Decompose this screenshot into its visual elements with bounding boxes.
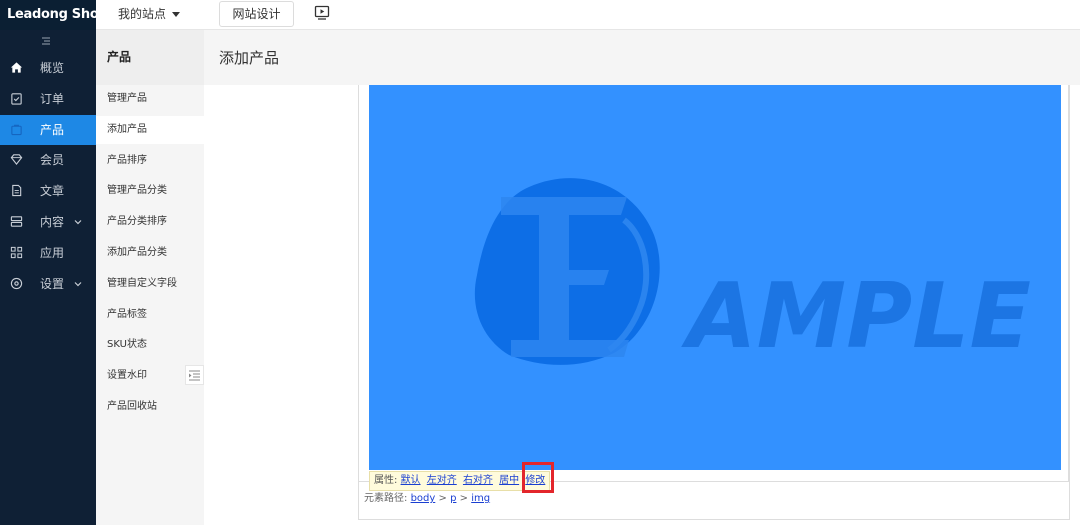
sidebar-item-label: 订单: [40, 92, 65, 106]
path-separator: >: [459, 493, 468, 504]
bag-icon: [11, 124, 22, 136]
align-left-link[interactable]: 左对齐: [427, 475, 457, 486]
subnav-item-product-tags[interactable]: 产品标签: [96, 301, 204, 329]
subnav-item-add-product[interactable]: 添加产品: [96, 116, 204, 144]
home-icon: [10, 62, 23, 73]
path-separator: >: [438, 493, 447, 504]
sidebar-item-overview[interactable]: 概览: [0, 53, 96, 83]
subnav-item-category-sort[interactable]: 产品分类排序: [96, 208, 204, 236]
monitor-play-icon[interactable]: [314, 5, 330, 21]
sidebar-item-label: 文章: [40, 184, 65, 198]
sidebar-item-label: 内容: [40, 215, 65, 229]
subnav-item-custom-fields[interactable]: 管理自定义字段: [96, 270, 204, 298]
align-center-link[interactable]: 居中: [499, 475, 519, 486]
subnav-item-manage-products[interactable]: 管理产品: [96, 85, 204, 113]
subnav-item-sku-status[interactable]: SKU状态: [96, 331, 204, 359]
document-icon: [12, 184, 22, 197]
website-design-button[interactable]: 网站设计: [219, 1, 294, 27]
path-body-link[interactable]: body: [411, 493, 436, 504]
page-title: 添加产品: [219, 49, 280, 67]
sidebar-item-apps[interactable]: 应用: [0, 238, 96, 268]
sidebar-item-products[interactable]: 产品: [0, 115, 96, 145]
brand-logo[interactable]: Leadong Shop: [0, 0, 108, 30]
edit-link-highlight: [522, 462, 554, 493]
product-image[interactable]: AMPLE: [369, 85, 1061, 470]
menu-collapse-icon[interactable]: [40, 35, 52, 47]
product-subnav: 产品 管理产品 添加产品 产品排序 管理产品分类 产品分类排序 添加产品分类 管…: [96, 30, 204, 525]
my-sites-label: 我的站点: [118, 7, 167, 21]
page-header: 添加产品: [204, 30, 1080, 85]
example-logo-image: AMPLE: [474, 178, 1031, 369]
subnav-toggle-button[interactable]: [185, 365, 204, 385]
settings-icon: [10, 277, 23, 290]
element-path-label: 元素路径:: [364, 493, 408, 504]
chevron-down-icon: [74, 282, 82, 287]
top-bar: Leadong Shop 我的站点 网站设计: [0, 0, 1080, 30]
diamond-icon: [10, 154, 23, 166]
element-path-bar: 元素路径: body > p > img: [364, 492, 490, 506]
subnav-item-product-sort[interactable]: 产品排序: [96, 147, 204, 175]
subnav-title: 产品: [96, 30, 204, 85]
path-p-link[interactable]: p: [450, 493, 456, 504]
sidebar-item-articles[interactable]: 文章: [0, 176, 96, 206]
content-icon: [10, 216, 23, 227]
main-sidebar: 概览 订单 产品 会员 文章 内容 应用 设置: [0, 30, 96, 525]
apps-icon: [10, 246, 23, 259]
sidebar-item-label: 会员: [40, 153, 65, 167]
clipboard-icon: [11, 93, 22, 105]
image-watermark-text: AMPLE: [681, 264, 1031, 369]
sidebar-item-members[interactable]: 会员: [0, 145, 96, 175]
path-img-link[interactable]: img: [471, 493, 490, 504]
caret-down-icon: [172, 12, 181, 17]
sidebar-item-label: 产品: [40, 123, 65, 137]
my-sites-dropdown[interactable]: 我的站点: [118, 0, 181, 30]
sidebar-item-label: 应用: [40, 246, 65, 260]
sidebar-item-label: 概览: [40, 61, 65, 75]
subnav-item-add-category[interactable]: 添加产品分类: [96, 239, 204, 267]
sidebar-item-content[interactable]: 内容: [0, 207, 96, 237]
sidebar-item-orders[interactable]: 订单: [0, 84, 96, 114]
attribute-label: 属性:: [374, 475, 398, 486]
subnav-item-manage-categories[interactable]: 管理产品分类: [96, 177, 204, 205]
chevron-down-icon: [74, 220, 82, 225]
align-default-link[interactable]: 默认: [401, 475, 421, 486]
subnav-item-recycle-bin[interactable]: 产品回收站: [96, 393, 204, 421]
sidebar-item-label: 设置: [40, 277, 65, 291]
indent-icon: [189, 370, 200, 381]
sidebar-item-settings[interactable]: 设置: [0, 269, 96, 299]
align-right-link[interactable]: 右对齐: [463, 475, 493, 486]
